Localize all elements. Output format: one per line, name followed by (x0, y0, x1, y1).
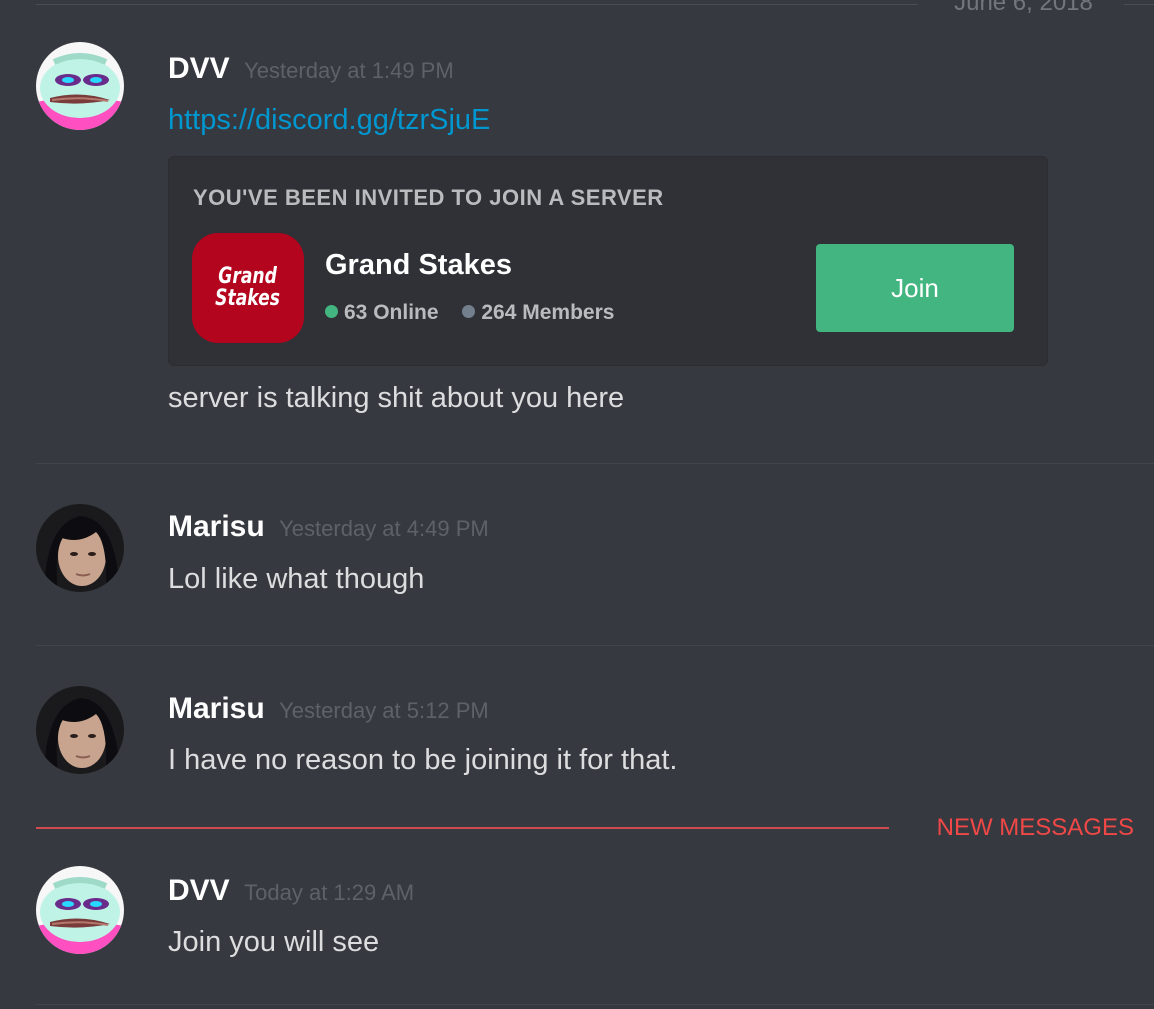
invite-title: YOU'VE BEEN INVITED TO JOIN A SERVER (193, 185, 664, 210)
photo-avatar-icon (36, 504, 124, 592)
invite-link[interactable]: https://discord.gg/tzrSjuE (168, 104, 490, 136)
message-content: Join you will see (168, 926, 380, 958)
new-messages-line (36, 827, 889, 829)
username[interactable]: Marisu (168, 510, 265, 543)
message-content: I have no reason to be joining it for th… (168, 744, 678, 776)
join-button[interactable]: Join (816, 244, 1014, 332)
username[interactable]: Marisu (168, 692, 265, 725)
online-count: 63 Online (344, 301, 439, 324)
server-icon: Grand Stakes (192, 233, 304, 343)
timestamp: Yesterday at 4:49 PM (279, 516, 489, 541)
photo-avatar-icon (36, 686, 124, 774)
message-divider (36, 1004, 1154, 1005)
server-stats: 63 Online 264 Members (325, 301, 614, 325)
timestamp: Yesterday at 1:49 PM (244, 58, 454, 83)
new-messages-label: NEW MESSAGES (936, 814, 1134, 841)
member-count: 264 Members (481, 301, 615, 324)
pepe-avatar-icon (36, 866, 124, 954)
avatar[interactable] (36, 42, 124, 130)
username[interactable]: DVV (168, 52, 230, 85)
avatar[interactable] (36, 686, 124, 774)
date-divider: June 6, 2018 (36, 0, 1154, 16)
online-dot-icon (325, 304, 338, 318)
pepe-avatar-icon (36, 42, 124, 130)
message-content: server is talking shit about you here (168, 382, 625, 414)
chat-messages: June 6, 2018 DVV Yesterday at 1:49 PM ht… (0, 0, 1154, 1009)
message-content: https://discord.gg/tzrSjuE (168, 104, 490, 137)
message-header: DVV Today at 1:29 AM (168, 874, 414, 908)
members-dot-icon (462, 304, 476, 318)
date-divider-label: June 6, 2018 (954, 0, 1093, 16)
message-header: DVV Yesterday at 1:49 PM (168, 52, 454, 86)
new-messages-divider: NEW MESSAGES (36, 812, 1154, 846)
server-icon-text: Grand (218, 264, 278, 289)
divider-line (36, 4, 918, 5)
avatar[interactable] (36, 504, 124, 592)
message-header: Marisu Yesterday at 5:12 PM (168, 692, 489, 726)
divider-line (1124, 4, 1154, 5)
username[interactable]: DVV (168, 874, 230, 907)
timestamp: Yesterday at 5:12 PM (279, 698, 489, 723)
avatar[interactable] (36, 866, 124, 954)
server-name: Grand Stakes (325, 249, 512, 281)
server-icon-text: Stakes (215, 286, 281, 311)
message-content: Lol like what though (168, 563, 425, 595)
timestamp: Today at 1:29 AM (244, 880, 415, 905)
invite-embed: YOU'VE BEEN INVITED TO JOIN A SERVER Gra… (168, 156, 1048, 366)
message-divider (36, 463, 1154, 464)
message-divider (36, 645, 1154, 646)
message-header: Marisu Yesterday at 4:49 PM (168, 510, 489, 544)
